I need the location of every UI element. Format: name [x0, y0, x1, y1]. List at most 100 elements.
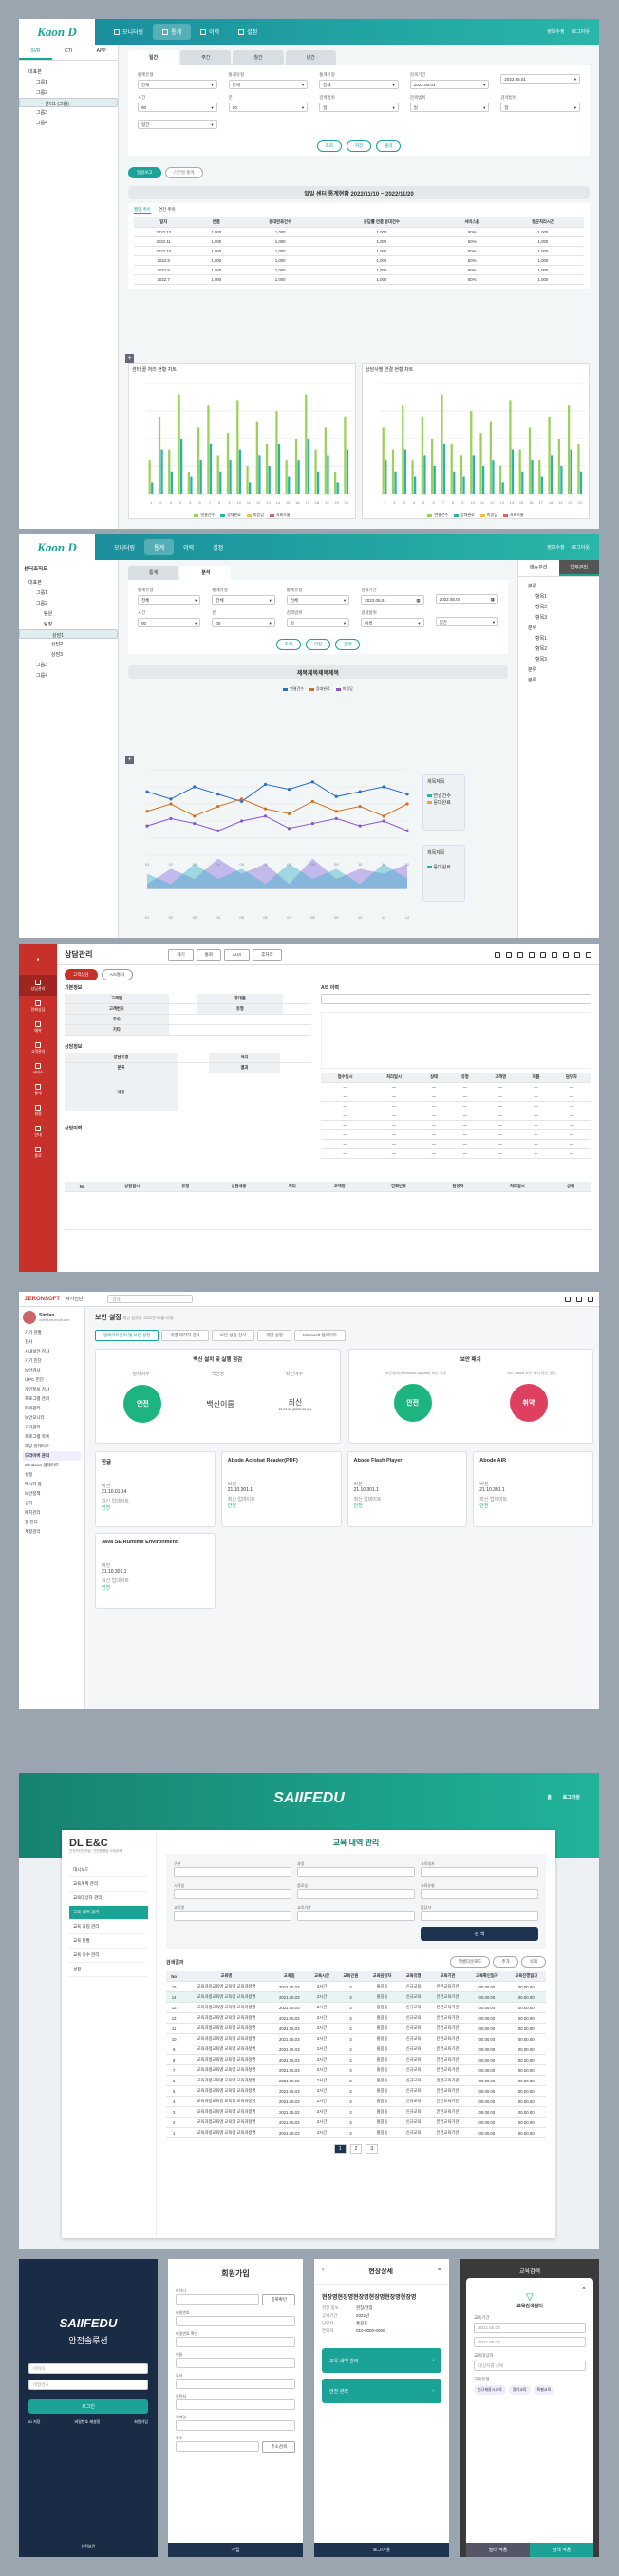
table-row[interactable]: 6 교육과정교육명 교육명 교육과정명 2021.05.03 2시간 3 홍길동 신규교육 안…: [166, 2075, 546, 2086]
nav-settings[interactable]: 설정: [203, 539, 233, 555]
text-input[interactable]: [176, 2399, 295, 2410]
table-row[interactable]: 14 교육과정교육명 교육명 교육과정명 2021.05.03 2시간 3 홍길동 신규교육…: [166, 1991, 546, 2003]
table-row[interactable]: — — — — — — —: [321, 1101, 591, 1111]
menu-item[interactable]: 계정관리: [23, 1527, 81, 1537]
filter-select[interactable]: 2022.05.01 ▾: [409, 80, 490, 89]
table-row[interactable]: 12 교육과정교육명 교육명 교육과정명 2021.05.03 2시간 3 홍길동 신규교육…: [166, 2012, 546, 2024]
side-menu-item[interactable]: 통계: [19, 1079, 57, 1100]
filter-input[interactable]: [421, 1889, 538, 1899]
table-row[interactable]: — — — — — — —: [321, 1139, 591, 1149]
side-menu-item[interactable]: 예약: [19, 1017, 57, 1037]
tree-item[interactable]: 팀장: [19, 619, 118, 629]
right-tree-item[interactable]: 항목1: [518, 591, 599, 602]
dup-check-button[interactable]: 중복확인: [262, 2294, 295, 2305]
reset-password-link[interactable]: 비밀번호 재설정: [74, 2419, 100, 2425]
excel-button[interactable]: 엑셀다운로드: [449, 1956, 491, 1968]
side-tab-cti[interactable]: CTI: [52, 45, 85, 60]
save-button[interactable]: 저장: [305, 639, 331, 650]
user-icon[interactable]: [574, 951, 580, 958]
nav-item[interactable]: 교육 내역 관리: [69, 1906, 148, 1920]
search-input[interactable]: 검색: [107, 1295, 194, 1303]
filter-input[interactable]: [421, 1867, 538, 1877]
tree-item[interactable]: 그룹3: [19, 660, 118, 670]
profile-link[interactable]: 정보수정: [547, 544, 564, 551]
tab[interactable]: 개별 설정: [257, 1330, 291, 1341]
logout-link[interactable]: 로그아웃: [572, 544, 590, 551]
filter-input[interactable]: [174, 1889, 291, 1899]
right-tree-item[interactable]: 분류: [518, 675, 599, 685]
menu-item[interactable]: 기기 진단: [23, 1356, 81, 1366]
filter-input[interactable]: [297, 1889, 415, 1899]
menu-icon[interactable]: ≡: [438, 2267, 441, 2276]
text-input[interactable]: [176, 2316, 295, 2326]
side-menu-item[interactable]: 종료: [19, 1142, 57, 1163]
menu-item[interactable]: 설정: [23, 1470, 81, 1480]
back-icon[interactable]: ‹: [322, 2267, 324, 2276]
filter-input[interactable]: [421, 1911, 538, 1921]
profile-link[interactable]: 정보수정: [547, 28, 564, 35]
filter-input[interactable]: [174, 1867, 291, 1877]
filter-chip[interactable]: 신규채용시교육: [474, 2385, 506, 2395]
right-tree-item[interactable]: 항목2: [518, 644, 599, 654]
menu-item[interactable]: 보안검사: [23, 1366, 81, 1375]
table-row[interactable]: — — — — — — —: [321, 1111, 591, 1121]
status-button[interactable]: 대기: [168, 948, 194, 961]
password-input[interactable]: 비밀번호: [28, 2380, 148, 2390]
table-row[interactable]: 4 교육과정교육명 교육명 교육과정명 2021.05.03 2시간 3 홍길동 신규교육 안…: [166, 2096, 546, 2107]
text-input[interactable]: [176, 2420, 295, 2431]
menu-item[interactable]: 드라이버 관리: [23, 1451, 81, 1461]
text-input[interactable]: [176, 2441, 260, 2452]
side-menu-item[interactable]: 전화상담: [19, 996, 57, 1017]
table-row[interactable]: 8 교육과정교육명 교육명 교육과정명 2021.05.03 2시간 3 홍길동 신규교육 안…: [166, 2054, 546, 2065]
nav-item[interactable]: 교육 현황: [69, 1934, 148, 1949]
tab-menu-manage[interactable]: 메뉴관리: [518, 560, 559, 576]
table-row[interactable]: 7 교육과정교육명 교육명 교육과정명 2021.05.03 2시간 3 홍길동 신규교육 안…: [166, 2064, 546, 2076]
expand-button[interactable]: +: [125, 354, 134, 363]
delete-button[interactable]: 삭제: [520, 1956, 546, 1968]
tree-item[interactable]: 그룹1: [19, 588, 118, 598]
table-row[interactable]: — — — — — — —: [321, 1129, 591, 1140]
as-search[interactable]: [321, 994, 591, 1004]
table-row[interactable]: — — — — — — —: [321, 1082, 591, 1092]
power-icon[interactable]: [588, 1296, 593, 1302]
status-button[interactable]: AUX: [224, 948, 251, 961]
page-button[interactable]: 1: [333, 2144, 347, 2154]
transfer-icon[interactable]: [517, 951, 523, 958]
bell-icon[interactable]: [565, 1296, 571, 1302]
signup-link[interactable]: 회원가입: [134, 2419, 148, 2425]
nav-item[interactable]: 대시보드: [69, 1863, 148, 1877]
side-menu-item[interactable]: 안내: [19, 1121, 57, 1142]
menu-item[interactable]: 보안모니터: [23, 1413, 81, 1423]
search-apply-button[interactable]: 검색 적용: [530, 2543, 593, 2557]
search-button[interactable]: 조회: [275, 639, 301, 650]
menu-item[interactable]: Windows 업데이트: [23, 1461, 81, 1470]
tab-as[interactable]: A/S통화: [101, 969, 134, 980]
gear-icon[interactable]: [576, 1296, 582, 1302]
hold-icon[interactable]: [506, 951, 512, 958]
menu-item[interactable]: 기기관리: [23, 1423, 81, 1432]
page-button[interactable]: 3: [366, 2144, 379, 2154]
tree-item[interactable]: 상담1: [19, 629, 118, 639]
table-row[interactable]: — — — — — — —: [321, 1120, 591, 1130]
nav-history[interactable]: 이력: [174, 539, 203, 555]
safety-button[interactable]: 안전 관리 ›: [322, 2379, 441, 2403]
filter-select[interactable]: 2022.05.01 ▾: [500, 74, 580, 84]
filter-select[interactable]: 일 ▾: [500, 103, 580, 112]
filter-input[interactable]: [297, 1867, 415, 1877]
tab-daily[interactable]: 일간: [128, 50, 179, 65]
save-button[interactable]: 저장: [346, 140, 372, 152]
period-stats-toggle[interactable]: 기간별 통계: [164, 167, 203, 178]
home-link[interactable]: 홈: [547, 1794, 552, 1801]
text-input[interactable]: [176, 2337, 295, 2347]
right-tree-item[interactable]: 항목1: [518, 633, 599, 644]
status-button[interactable]: 통화: [196, 948, 222, 961]
menu-item[interactable]: 패치관리: [23, 1508, 81, 1518]
nav-stats[interactable]: 통계: [153, 24, 192, 40]
logout-button[interactable]: 로그아웃: [314, 2543, 449, 2557]
menu-item[interactable]: 프로그램 관리: [23, 1394, 81, 1404]
add-button[interactable]: 추가: [493, 1956, 518, 1968]
menu-item[interactable]: 프로그램 목록: [23, 1432, 81, 1442]
text-input[interactable]: [176, 2294, 260, 2305]
hangup-icon[interactable]: [586, 951, 591, 958]
tree-item[interactable]: 그룹4: [19, 118, 118, 128]
